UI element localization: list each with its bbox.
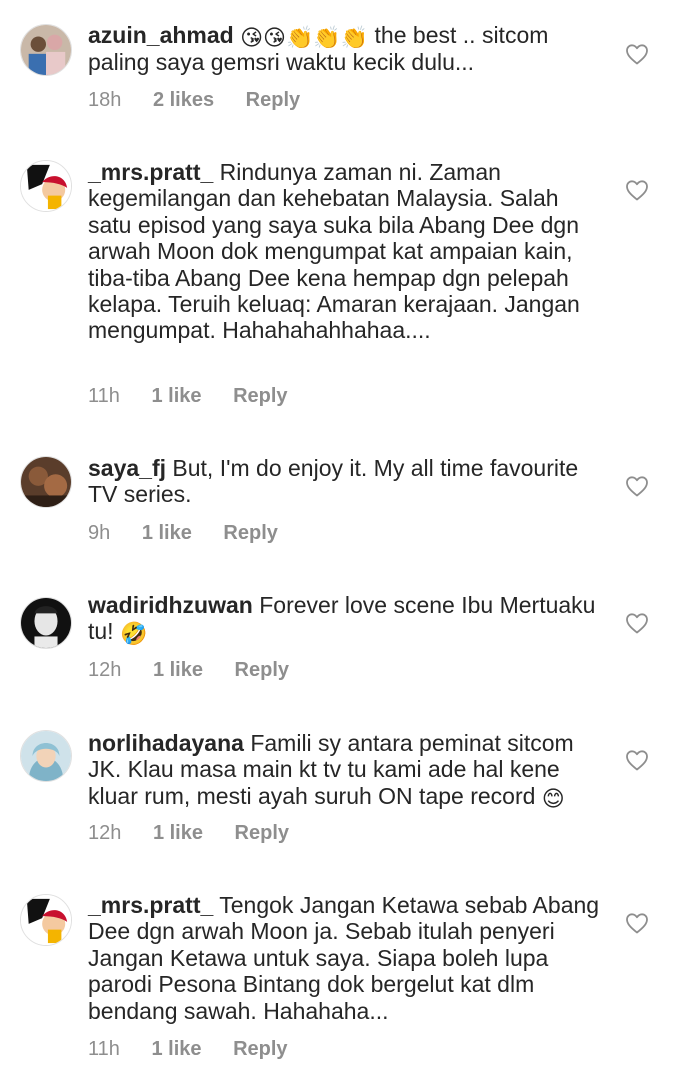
comment-timestamp: 12h (88, 659, 122, 681)
avatar-photo (21, 895, 71, 945)
avatar[interactable] (20, 24, 72, 76)
comment-item: _mrs.pratt_ Tengok Jangan Ketawa sebab A… (0, 880, 684, 1080)
comment-timestamp: 11h (88, 1038, 120, 1060)
heart-outline-icon[interactable] (625, 43, 649, 65)
comment-likes[interactable]: 1 like (151, 1036, 201, 1062)
comment-body: saya_fj But, I'm do enjoy it. My all tim… (88, 455, 608, 508)
comment-item: norlihadayana Famili sy antara peminat s… (0, 720, 684, 880)
avatar-photo (21, 598, 71, 648)
avatar-photo (21, 25, 71, 75)
avatar[interactable] (20, 730, 72, 782)
comment-likes[interactable]: 1 like (153, 820, 203, 846)
heart-outline-icon[interactable] (625, 179, 649, 201)
comment-username[interactable]: azuin_ahmad (88, 22, 234, 48)
heart-outline-icon[interactable] (625, 612, 649, 634)
avatar-photo (21, 161, 71, 211)
avatar[interactable] (20, 597, 72, 649)
heart-outline-icon[interactable] (625, 912, 649, 934)
avatar-photo (21, 457, 71, 507)
heart-outline-icon[interactable] (625, 475, 649, 497)
comment-item: wadiridhzuwan Forever love scene Ibu Mer… (0, 580, 684, 720)
comment-likes[interactable]: 2 likes (153, 87, 214, 113)
comment-item: saya_fj But, I'm do enjoy it. My all tim… (0, 440, 684, 580)
comment-emojis: 😘😘👏👏👏 (240, 25, 369, 50)
reply-button[interactable]: Reply (235, 657, 289, 683)
comment-timestamp: 12h (88, 822, 122, 844)
avatar-photo (21, 731, 71, 781)
comment-item: azuin_ahmad 😘😘👏👏👏 the best .. sitcom pal… (0, 0, 684, 140)
comment-meta: 12h 1 like Reply (88, 657, 289, 683)
comment-meta: 11h 1 like Reply (88, 383, 288, 409)
comment-likes[interactable]: 1 like (151, 383, 201, 409)
laughing-emoji-icon: 🤣 (119, 621, 148, 647)
comment-username[interactable]: saya_fj (88, 455, 166, 481)
comment-likes[interactable]: 1 like (153, 657, 203, 683)
comment-timestamp: 18h (88, 89, 122, 111)
heart-outline-icon[interactable] (625, 749, 649, 771)
comment-body: _mrs.pratt_ Tengok Jangan Ketawa sebab A… (88, 892, 608, 1024)
comment-meta: 11h 1 like Reply (88, 1036, 288, 1062)
comment-timestamp: 9h (88, 522, 111, 544)
comment-meta: 9h 1 like Reply (88, 520, 278, 546)
comment-timestamp: 11h (88, 385, 120, 407)
comment-username[interactable]: _mrs.pratt_ (88, 892, 213, 918)
reply-button[interactable]: Reply (223, 520, 277, 546)
comment-meta: 12h 1 like Reply (88, 820, 289, 846)
reply-button[interactable]: Reply (235, 820, 289, 846)
comment-item: _mrs.pratt_ Rindunya zaman ni. Zaman keg… (0, 140, 684, 440)
comment-username[interactable]: wadiridhzuwan (88, 592, 253, 618)
reply-button[interactable]: Reply (233, 383, 287, 409)
smiling-emoji-icon: 😊 (541, 785, 565, 811)
comment-body: azuin_ahmad 😘😘👏👏👏 the best .. sitcom pal… (88, 22, 608, 75)
comment-text: Rindunya zaman ni. Zaman kegemilangan da… (88, 159, 580, 344)
comment-likes[interactable]: 1 like (142, 520, 192, 546)
comment-meta: 18h 2 likes Reply (88, 87, 300, 113)
reply-button[interactable]: Reply (233, 1036, 287, 1062)
avatar[interactable] (20, 456, 72, 508)
comment-username[interactable]: _mrs.pratt_ (88, 159, 213, 185)
comment-body: norlihadayana Famili sy antara peminat s… (88, 730, 608, 810)
avatar[interactable] (20, 160, 72, 212)
comment-username[interactable]: norlihadayana (88, 730, 244, 756)
comment-body: _mrs.pratt_ Rindunya zaman ni. Zaman keg… (88, 159, 608, 344)
avatar[interactable] (20, 894, 72, 946)
comment-body: wadiridhzuwan Forever love scene Ibu Mer… (88, 592, 608, 645)
reply-button[interactable]: Reply (246, 87, 300, 113)
